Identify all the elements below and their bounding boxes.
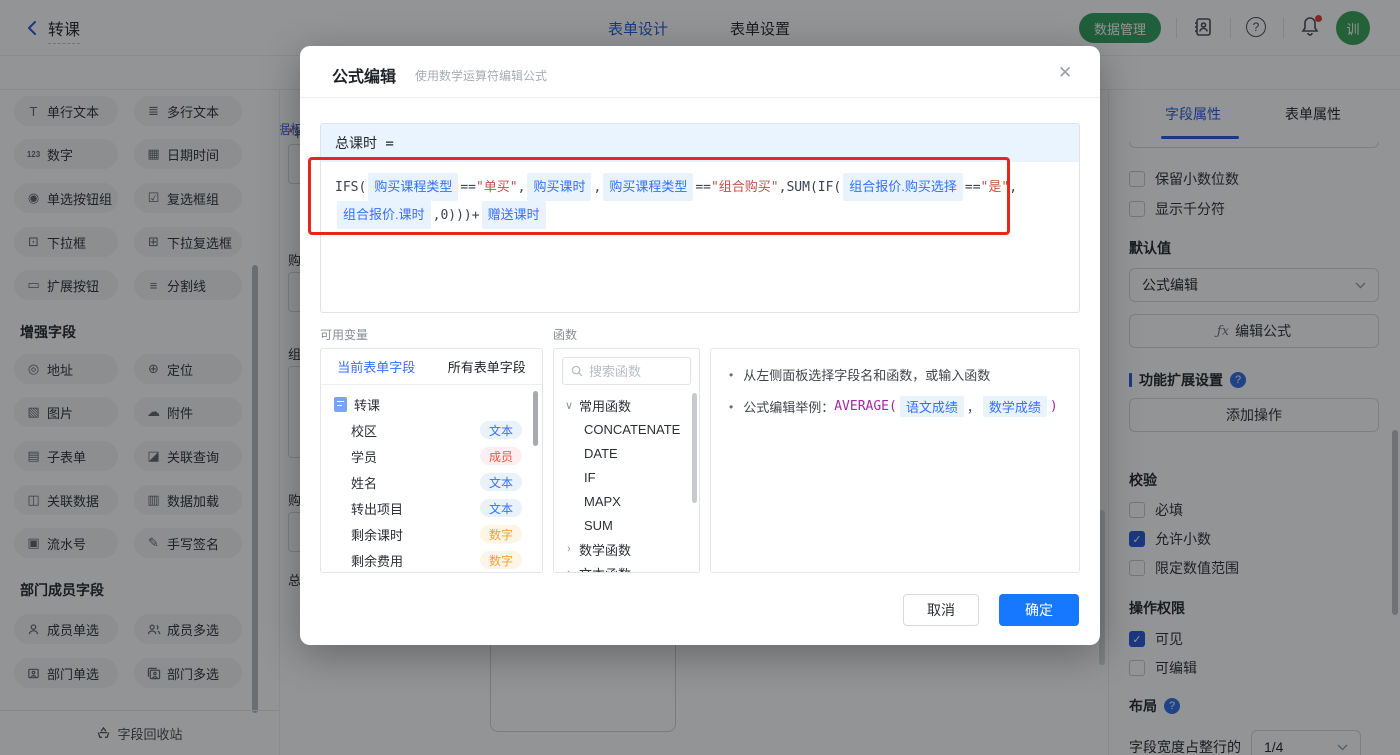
formula-token: == bbox=[964, 180, 981, 195]
function-search-input[interactable] bbox=[589, 363, 679, 379]
function-group-text[interactable]: › 文本函数 bbox=[554, 561, 699, 573]
confirm-button[interactable]: 确定 bbox=[999, 594, 1079, 626]
form-doc-icon bbox=[334, 396, 347, 412]
variable-item[interactable]: 剩余费用 数字 bbox=[321, 547, 542, 572]
function-item[interactable]: MAPX bbox=[554, 489, 699, 513]
chevron-right-icon: › bbox=[567, 543, 571, 555]
formula-line-1: IFS(购买课程类型 =="单买", 购买课时, 购买课程类型 =="组合购买",SUM… bbox=[335, 173, 1065, 201]
chevron-down-icon: ∨ bbox=[564, 399, 574, 412]
function-search[interactable] bbox=[562, 357, 691, 385]
close-icon[interactable]: ✕ bbox=[1058, 63, 1072, 83]
function-group-label: 数学函数 bbox=[579, 542, 632, 558]
function-item[interactable]: SUM bbox=[554, 513, 699, 537]
formula-token: IFS( bbox=[335, 180, 367, 195]
variable-type-badge: 文本 bbox=[479, 421, 522, 439]
tab-current-form-fields[interactable]: 当前表单字段 bbox=[321, 349, 432, 384]
variable-type-badge: 数字 bbox=[479, 551, 522, 569]
formula-token: "组合购买" bbox=[710, 180, 779, 195]
variables-list: 转课 校区 文本 学员 成员 姓名 文本 转出项目 文本 剩余课时 数字 剩余费用 数字 bbox=[321, 385, 542, 572]
tip-field-chip: 语文成绩 bbox=[899, 396, 964, 417]
variable-name: 转出项目 bbox=[351, 501, 404, 517]
formula-token: , bbox=[1009, 180, 1018, 195]
variables-tabs: 当前表单字段 所有表单字段 bbox=[321, 349, 542, 385]
formula-token: ,SUM(IF( bbox=[778, 180, 842, 195]
variables-panel: 当前表单字段 所有表单字段 转课 校区 文本 学员 成员 姓名 文本 转出项目 文本 剩… bbox=[320, 348, 543, 573]
variable-type-badge: 文本 bbox=[479, 499, 522, 517]
formula-token: "单买" bbox=[475, 180, 518, 195]
variable-type-badge: 成员 bbox=[479, 447, 522, 465]
formula-field-chip[interactable]: 组合报价.购买选择 bbox=[843, 173, 963, 201]
formula-editor[interactable]: 总课时 = IFS(购买课程类型 =="单买", 购买课时, 购买课程类型 =="组合购… bbox=[320, 123, 1080, 313]
chevron-right-icon: › bbox=[567, 567, 571, 573]
formula-field-chip[interactable]: 购买课程类型 bbox=[368, 173, 459, 201]
tip-text: 从左侧面板选择字段名和函数，或输入函数 bbox=[743, 368, 991, 383]
function-item[interactable]: DATE bbox=[554, 441, 699, 465]
variable-item[interactable]: 剩余课时 数字 bbox=[321, 521, 542, 547]
variable-type-badge: 数字 bbox=[479, 525, 522, 543]
variable-name: 剩余费用 bbox=[351, 553, 404, 569]
tip-close-paren: ) bbox=[1049, 399, 1058, 414]
formula-token: == bbox=[460, 180, 476, 195]
variables-label: 可用变量 bbox=[320, 328, 369, 342]
tips-panel: • 从左侧面板选择字段名和函数，或输入函数 • 公式编辑举例： AVERAGE(语文成… bbox=[710, 348, 1080, 573]
variables-root-label: 转课 bbox=[354, 397, 381, 413]
modal-header: 公式编辑 使用数学运算符编辑公式 ✕ bbox=[300, 46, 1100, 98]
functions-panel: ∨ 常用函数 CONCATENATE DATE IF MAPX SUM › 数学函数… bbox=[553, 348, 700, 573]
tip-comma: ， bbox=[966, 400, 980, 415]
cancel-button[interactable]: 取消 bbox=[903, 594, 979, 626]
modal-title: 公式编辑 bbox=[332, 69, 397, 86]
formula-field-chip[interactable]: 赠送课时 bbox=[481, 201, 546, 229]
formula-field-chip[interactable]: 组合报价.课时 bbox=[337, 201, 431, 229]
app-root: 转课 表单设计 表单设置 数据管理 ? 训 表单外链 后端脚本 bbox=[0, 0, 1400, 755]
formula-token: == bbox=[695, 180, 711, 195]
variable-name: 学员 bbox=[351, 449, 378, 465]
function-item[interactable]: IF bbox=[554, 465, 699, 489]
tip-line-2: • 公式编辑举例： AVERAGE(语文成绩，数学成绩) bbox=[729, 396, 1061, 417]
formula-token: ,0)))+ bbox=[432, 208, 480, 223]
variable-item[interactable]: 姓名 文本 bbox=[321, 469, 542, 495]
formula-token: , bbox=[593, 180, 602, 195]
bullet-icon: • bbox=[729, 367, 734, 382]
search-icon bbox=[571, 365, 583, 377]
formula-target-header: 总课时 = bbox=[321, 124, 1079, 162]
tip-field-chip: 数学成绩 bbox=[982, 396, 1047, 417]
variable-name: 剩余课时 bbox=[351, 527, 404, 543]
variables-scrollbar[interactable] bbox=[533, 391, 538, 446]
functions-scrollbar[interactable] bbox=[692, 393, 697, 503]
variable-name: 校区 bbox=[351, 423, 378, 439]
formula-field-chip[interactable]: 购买课时 bbox=[527, 173, 592, 201]
modal-subtitle: 使用数学运算符编辑公式 bbox=[415, 69, 548, 83]
tab-all-form-fields[interactable]: 所有表单字段 bbox=[432, 349, 543, 384]
tip-function-name: AVERAGE( bbox=[834, 399, 897, 414]
variables-root-item[interactable]: 转课 bbox=[321, 391, 542, 417]
formula-line-2: 组合报价.课时 ,0)))+ 赠送课时 bbox=[335, 201, 1065, 229]
formula-editor-modal: 公式编辑 使用数学运算符编辑公式 ✕ 总课时 = IFS(购买课程类型 =="单买… bbox=[300, 46, 1100, 645]
functions-label: 函数 bbox=[553, 328, 578, 342]
tip-line-1: • 从左侧面板选择字段名和函数，或输入函数 bbox=[729, 365, 1061, 384]
variable-item[interactable]: 校区 文本 bbox=[321, 417, 542, 443]
variable-item[interactable]: 学员 成员 bbox=[321, 443, 542, 469]
formula-body[interactable]: IFS(购买课程类型 =="单买", 购买课时, 购买课程类型 =="组合购买",SUM… bbox=[321, 162, 1079, 240]
formula-field-chip[interactable]: 购买课程类型 bbox=[603, 173, 694, 201]
bullet-icon: • bbox=[729, 399, 734, 414]
function-group-math[interactable]: › 数学函数 bbox=[554, 537, 699, 561]
variable-name: 姓名 bbox=[351, 475, 378, 491]
function-group-common[interactable]: ∨ 常用函数 bbox=[554, 393, 699, 417]
variable-item[interactable]: 转出项目 文本 bbox=[321, 495, 542, 521]
function-item[interactable]: CONCATENATE bbox=[554, 417, 699, 441]
formula-token: , bbox=[517, 180, 526, 195]
function-group-label: 常用函数 bbox=[579, 398, 632, 414]
formula-token: "是" bbox=[980, 180, 1010, 195]
variable-type-badge: 文本 bbox=[479, 473, 522, 491]
function-group-label: 文本函数 bbox=[579, 564, 631, 573]
tip-example-label: 公式编辑举例： bbox=[743, 400, 835, 415]
